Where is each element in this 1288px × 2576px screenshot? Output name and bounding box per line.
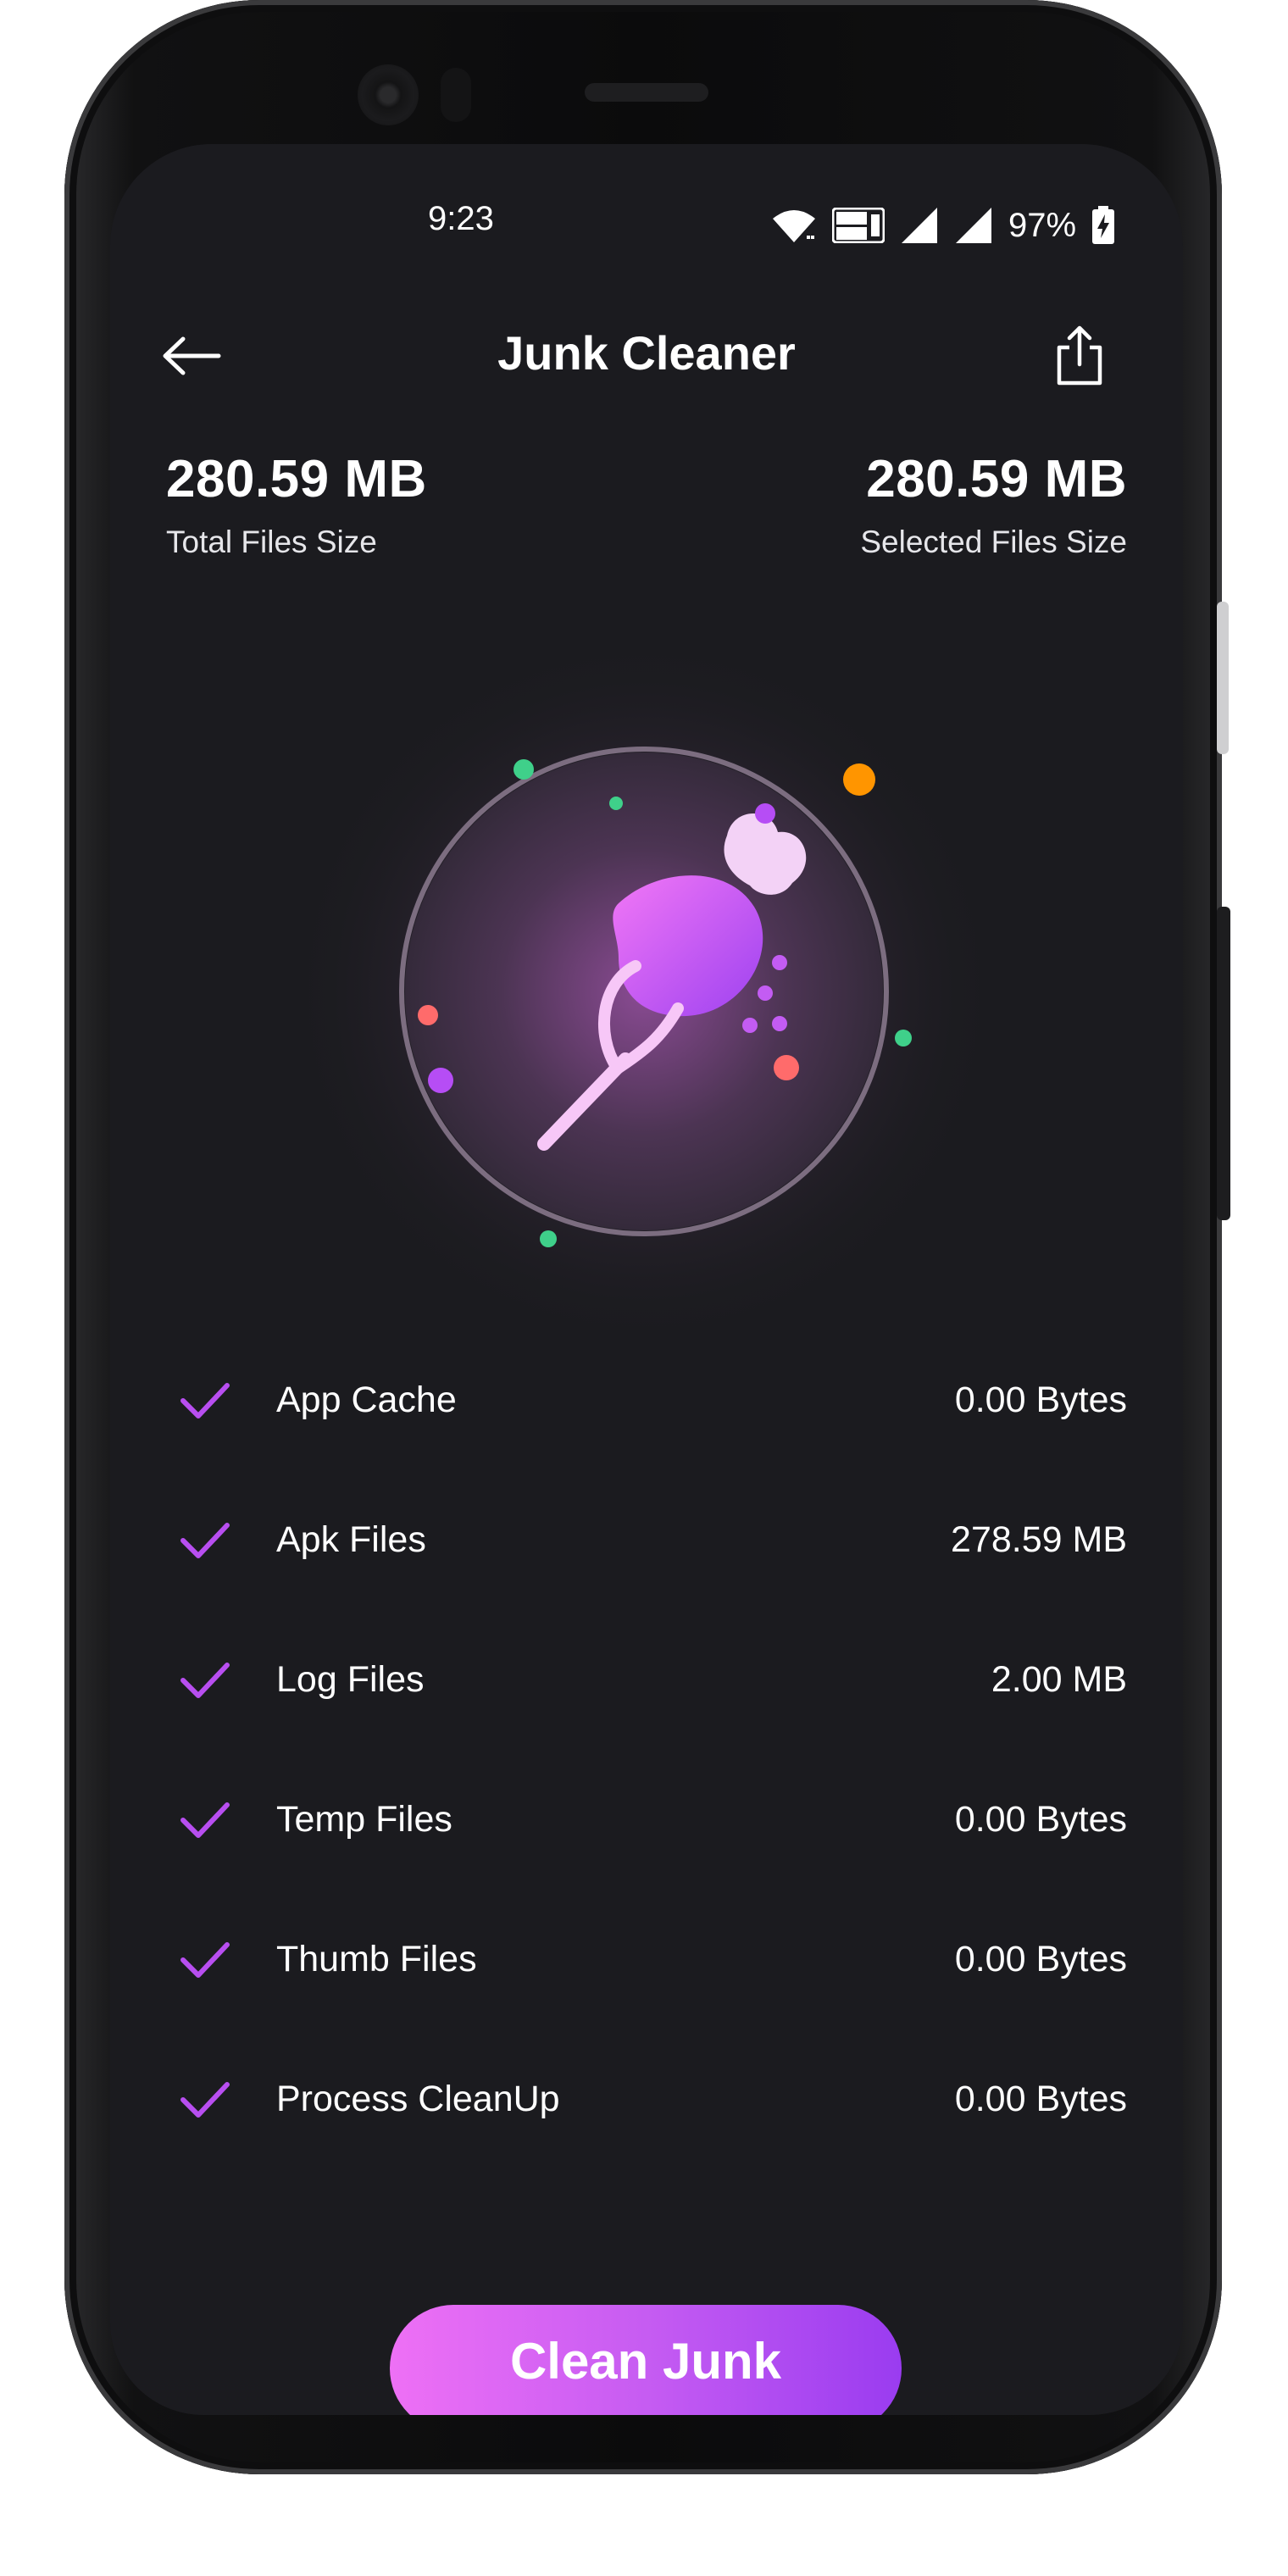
wifi-icon	[773, 210, 815, 242]
particle-dot	[418, 1005, 438, 1025]
junk-item-size: 0.00 Bytes	[954, 1799, 1127, 1840]
front-camera	[358, 64, 419, 125]
junk-item-size: 0.00 Bytes	[954, 1380, 1127, 1420]
particle-dot	[609, 797, 623, 810]
junk-item-size: 0.00 Bytes	[954, 2079, 1127, 2119]
junk-item-apk-files[interactable]: Apk Files 278.59 MB	[166, 1470, 1127, 1610]
signal-icon	[902, 208, 937, 243]
page-title: Junk Cleaner	[497, 326, 796, 380]
app-bar: Junk Cleaner	[110, 305, 1183, 407]
particle-dot	[428, 1068, 453, 1093]
checkmark-icon[interactable]	[178, 1653, 232, 1707]
particle-dot	[895, 1030, 912, 1046]
checkmark-icon[interactable]	[178, 1793, 232, 1847]
battery-charging-icon	[1092, 206, 1115, 244]
junk-item-process-cleanup[interactable]: Process CleanUp 0.00 Bytes	[166, 2029, 1127, 2169]
checkmark-icon[interactable]	[178, 1513, 232, 1568]
checkmark-icon[interactable]	[178, 1933, 232, 1987]
junk-item-name: Process CleanUp	[276, 2079, 560, 2119]
junk-item-name: Log Files	[276, 1659, 425, 1700]
checkmark-icon[interactable]	[178, 2073, 232, 2127]
junk-item-name: App Cache	[276, 1380, 457, 1420]
total-size-value: 280.59 MB	[166, 450, 427, 508]
earpiece-speaker	[585, 83, 708, 102]
junk-item-size: 2.00 MB	[991, 1659, 1127, 1700]
signal-icon	[956, 208, 991, 243]
checkmark-icon[interactable]	[178, 1374, 232, 1428]
junk-item-name: Apk Files	[276, 1519, 426, 1560]
share-icon	[1057, 325, 1102, 386]
particle-dot	[774, 1055, 799, 1080]
junk-list: App Cache 0.00 Bytes Apk Files 278.59 MB…	[166, 1330, 1127, 2169]
status-bar: 9:23 97%	[110, 195, 1183, 263]
junk-item-size: 0.00 Bytes	[954, 1939, 1127, 1979]
selected-size-label: Selected Files Size	[860, 525, 1127, 559]
total-size-label: Total Files Size	[166, 525, 377, 559]
junk-item-name: Temp Files	[276, 1799, 452, 1840]
selected-size-value: 280.59 MB	[866, 450, 1127, 508]
junk-item-app-cache[interactable]: App Cache 0.00 Bytes	[166, 1330, 1127, 1470]
junk-item-thumb-files[interactable]: Thumb Files 0.00 Bytes	[166, 1890, 1127, 2029]
cleaner-illustration	[288, 636, 1000, 1347]
particle-dot	[514, 759, 534, 780]
battery-percent: 97%	[1008, 206, 1077, 244]
phone-side-button	[1217, 602, 1229, 754]
status-icons: 97%	[771, 200, 1115, 251]
particle-dot	[843, 763, 875, 796]
selected-size-block: 280.59 MB Selected Files Size	[860, 449, 1127, 560]
clean-junk-button[interactable]: Clean Junk	[390, 2305, 902, 2415]
particle-dot	[540, 1230, 557, 1247]
phone-volume-button	[1217, 907, 1230, 1220]
volte-icon	[832, 208, 885, 243]
junk-item-size: 278.59 MB	[951, 1519, 1127, 1560]
share-button[interactable]	[1046, 320, 1113, 391]
junk-item-temp-files[interactable]: Temp Files 0.00 Bytes	[166, 1750, 1127, 1890]
total-size-block: 280.59 MB Total Files Size	[166, 449, 427, 560]
app-screen: 9:23 97% Junk Cleaner 280.59 MB Total Fi…	[110, 144, 1183, 2415]
clean-junk-label: Clean Junk	[509, 2333, 782, 2390]
proximity-sensor	[441, 68, 471, 122]
status-time: 9:23	[428, 200, 494, 237]
particle-dot	[755, 803, 775, 824]
junk-item-name: Thumb Files	[276, 1939, 477, 1979]
junk-item-log-files[interactable]: Log Files 2.00 MB	[166, 1610, 1127, 1750]
